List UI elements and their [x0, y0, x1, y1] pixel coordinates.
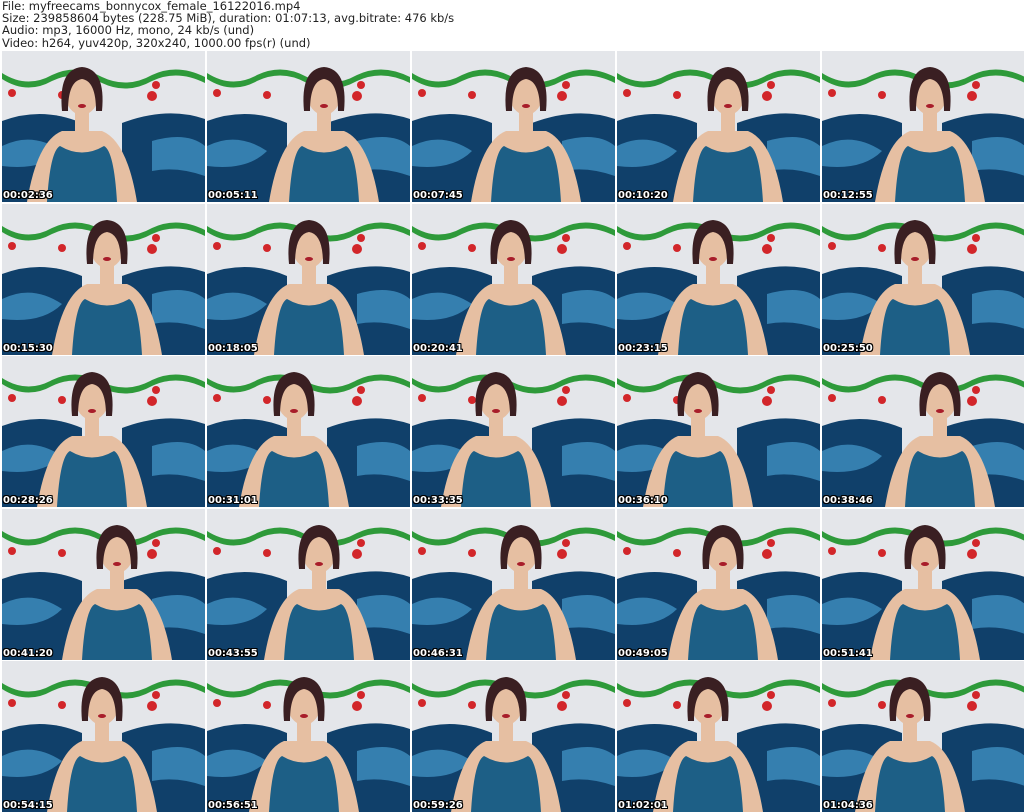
timestamp-label: 00:36:10	[618, 495, 668, 506]
timestamp-label: 00:07:45	[413, 190, 463, 201]
timestamp-label: 01:04:36	[823, 800, 873, 811]
video-thumbnail: 00:46:31	[412, 508, 615, 660]
video-thumbnail: 00:20:41	[412, 203, 615, 355]
thumbnail-image	[822, 356, 1024, 507]
video-thumbnail: 00:12:55	[822, 51, 1024, 202]
video-thumbnail: 00:02:36	[2, 51, 205, 202]
timestamp-label: 00:49:05	[618, 647, 668, 659]
video-thumbnail: 00:56:51	[207, 661, 410, 812]
video-thumbnail: 00:51:41	[822, 508, 1024, 660]
video-thumbnail: 00:54:15	[2, 661, 205, 812]
thumbnail-image	[617, 356, 820, 507]
thumbnail-image	[412, 203, 615, 355]
audio-info-line: Audio: mp3, 16000 Hz, mono, 24 kb/s (und…	[2, 23, 255, 38]
video-thumbnail: 00:10:20	[617, 51, 820, 202]
thumbnail-image	[412, 508, 615, 660]
video-thumbnail: 00:41:20	[2, 508, 205, 660]
thumbnail-image	[2, 203, 205, 355]
file-info-header: File: myfreecams_bonnycox_female_1612201…	[2, 0, 1022, 49]
timestamp-label: 00:33:35	[413, 495, 463, 506]
video-thumbnail: 00:05:11	[207, 51, 410, 202]
timestamp-label: 00:23:15	[618, 342, 668, 354]
video-thumbnail: 00:33:35	[412, 356, 615, 507]
timestamp-label: 00:02:36	[3, 190, 53, 201]
thumbnail-image	[207, 51, 410, 202]
timestamp-label: 00:31:01	[208, 495, 258, 506]
timestamp-label: 01:02:01	[618, 800, 668, 811]
timestamp-label: 00:10:20	[618, 190, 668, 201]
thumbnail-image	[822, 203, 1024, 355]
thumbnail-image	[617, 203, 820, 355]
video-thumbnail: 00:23:15	[617, 203, 820, 355]
thumbnail-image	[617, 508, 820, 660]
thumbnail-image	[822, 661, 1024, 812]
timestamp-label: 00:59:26	[413, 800, 463, 811]
thumbnail-grid: 00:02:36 00:05:11 00:07:45 00:10:20 00:12:55…	[2, 51, 1024, 812]
thumbnail-image	[207, 661, 410, 812]
video-thumbnail: 00:15:30	[2, 203, 205, 355]
thumbnail-image	[412, 661, 615, 812]
thumbnail-image	[822, 51, 1024, 202]
thumbnail-image	[822, 508, 1024, 660]
thumbnail-image	[2, 51, 205, 202]
thumbnail-image	[2, 661, 205, 812]
video-thumbnail: 00:43:55	[207, 508, 410, 660]
thumbnail-image	[207, 356, 410, 507]
video-thumbnail: 00:49:05	[617, 508, 820, 660]
video-thumbnail: 00:31:01	[207, 356, 410, 507]
video-thumbnail: 00:07:45	[412, 51, 615, 202]
timestamp-label: 00:54:15	[3, 800, 53, 811]
video-thumbnail: 00:18:05	[207, 203, 410, 355]
timestamp-label: 00:15:30	[3, 342, 53, 354]
thumbnail-image	[617, 661, 820, 812]
timestamp-label: 00:41:20	[3, 647, 53, 659]
video-thumbnail: 00:38:46	[822, 356, 1024, 507]
thumbnail-image	[207, 203, 410, 355]
thumbnail-image	[2, 508, 205, 660]
video-thumbnail: 00:28:26	[2, 356, 205, 507]
timestamp-label: 00:46:31	[413, 647, 463, 659]
timestamp-label: 00:43:55	[208, 647, 258, 659]
video-thumbnail: 00:25:50	[822, 203, 1024, 355]
timestamp-label: 00:25:50	[823, 342, 873, 354]
video-thumbnail: 01:02:01	[617, 661, 820, 812]
timestamp-label: 00:05:11	[208, 190, 258, 201]
thumbnail-image	[207, 508, 410, 660]
thumbnail-image	[412, 51, 615, 202]
timestamp-label: 00:51:41	[823, 647, 873, 659]
timestamp-label: 00:38:46	[823, 495, 873, 506]
timestamp-label: 00:12:55	[823, 190, 873, 201]
timestamp-label: 00:28:26	[3, 495, 53, 506]
thumbnail-image	[412, 356, 615, 507]
thumbnail-image	[617, 51, 820, 202]
timestamp-label: 00:18:05	[208, 342, 258, 354]
video-thumbnail: 00:59:26	[412, 661, 615, 812]
timestamp-label: 00:56:51	[208, 800, 258, 811]
video-info-line: Video: h264, yuv420p, 320x240, 1000.00 f…	[2, 35, 311, 50]
timestamp-label: 00:20:41	[413, 342, 463, 354]
video-thumbnail: 01:04:36	[822, 661, 1024, 812]
video-thumbnail: 00:36:10	[617, 356, 820, 507]
thumbnail-image	[2, 356, 205, 507]
